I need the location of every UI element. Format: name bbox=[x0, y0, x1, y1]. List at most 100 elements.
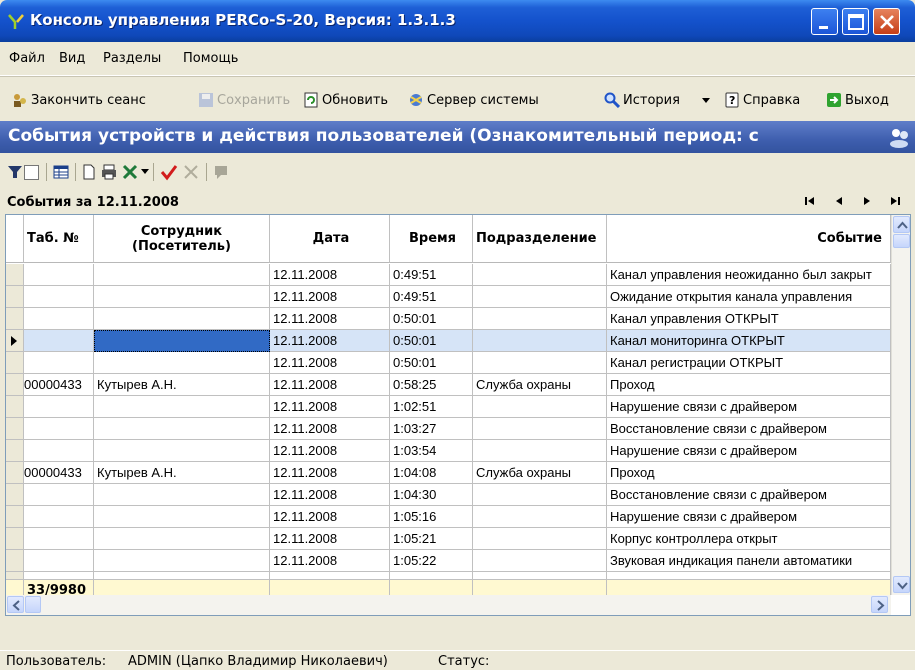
horizontal-scroll-thumb[interactable] bbox=[25, 596, 41, 613]
cell-department[interactable]: Служба охраны bbox=[473, 374, 607, 396]
menu-view[interactable]: Вид bbox=[59, 51, 85, 66]
menu-help[interactable]: Помощь bbox=[183, 51, 238, 66]
cell-time[interactable]: 1:02:51 bbox=[390, 396, 473, 418]
cell-tab-number[interactable]: 00000433 bbox=[24, 374, 94, 396]
scroll-left-button[interactable] bbox=[7, 596, 24, 613]
row-indicator[interactable] bbox=[6, 550, 24, 572]
cell-date[interactable]: 12.11.2008 bbox=[270, 462, 390, 484]
server-button[interactable]: Сервер системы bbox=[408, 90, 598, 110]
cell-date[interactable]: 12.11.2008 bbox=[270, 352, 390, 374]
cell-time[interactable]: 1:03:27 bbox=[390, 418, 473, 440]
events-grid[interactable]: Таб. № Сотрудник (Посетитель) Дата Время… bbox=[5, 214, 911, 616]
new-document-icon[interactable] bbox=[80, 163, 98, 181]
checkmark-icon[interactable] bbox=[160, 163, 178, 181]
cell-employee[interactable] bbox=[94, 528, 270, 550]
cell-tab-number[interactable] bbox=[24, 418, 94, 440]
cell-employee[interactable]: Кутырев А.Н. bbox=[94, 374, 270, 396]
cell-date[interactable]: 12.11.2008 bbox=[270, 484, 390, 506]
cell-department[interactable] bbox=[473, 550, 607, 572]
cell-employee[interactable] bbox=[94, 506, 270, 528]
column-header-department[interactable]: Подразделение bbox=[473, 215, 607, 263]
table-row[interactable]: 12.11.2008 1:05:21 Корпус контроллера откр… bbox=[6, 528, 891, 550]
cell-time[interactable]: 0:49:51 bbox=[390, 264, 473, 286]
row-indicator[interactable] bbox=[6, 528, 24, 550]
column-header-time[interactable]: Время bbox=[390, 215, 473, 263]
menu-file[interactable]: Файл bbox=[9, 51, 45, 66]
cell-department[interactable] bbox=[473, 264, 607, 286]
end-session-button[interactable]: Закончить сеанс bbox=[12, 90, 146, 110]
cell-tab-number[interactable] bbox=[24, 440, 94, 462]
cell-tab-number[interactable] bbox=[24, 330, 94, 352]
cell-date[interactable]: 12.11.2008 bbox=[270, 440, 390, 462]
cell-tab-number[interactable] bbox=[24, 264, 94, 286]
menu-sections[interactable]: Разделы bbox=[103, 51, 161, 66]
print-icon[interactable] bbox=[100, 163, 118, 181]
cell-date[interactable]: 12.11.2008 bbox=[270, 374, 390, 396]
cell-event[interactable]: Нарушение связи с драйвером bbox=[607, 440, 891, 462]
vertical-scrollbar[interactable] bbox=[891, 215, 910, 595]
cell-department[interactable] bbox=[473, 484, 607, 506]
row-indicator[interactable] bbox=[6, 418, 24, 440]
cell-department[interactable] bbox=[473, 528, 607, 550]
cell-employee[interactable] bbox=[94, 396, 270, 418]
filter-checkbox[interactable] bbox=[24, 165, 39, 180]
cell-tab-number[interactable]: 00000433 bbox=[24, 462, 94, 484]
first-record-icon[interactable] bbox=[803, 195, 817, 207]
help-button[interactable]: ? Справка bbox=[724, 90, 800, 110]
cell-time[interactable]: 0:50:01 bbox=[390, 352, 473, 374]
cell-event[interactable]: Восстановление связи с драйвером bbox=[607, 418, 891, 440]
history-dropdown-arrow[interactable] bbox=[701, 90, 711, 110]
excel-export-icon[interactable] bbox=[121, 163, 139, 181]
cell-employee[interactable]: Кутырев А.Н. bbox=[94, 462, 270, 484]
table-row[interactable]: 12.11.2008 1:04:30 Восстановление связи с … bbox=[6, 484, 891, 506]
cell-department[interactable]: Служба охраны bbox=[473, 462, 607, 484]
row-indicator[interactable] bbox=[6, 308, 24, 330]
horizontal-scrollbar[interactable] bbox=[6, 595, 891, 615]
table-row[interactable]: 12.11.2008 0:49:51 Ожидание открытия канал… bbox=[6, 286, 891, 308]
history-button[interactable]: История bbox=[604, 90, 680, 110]
cell-time[interactable]: 1:03:54 bbox=[390, 440, 473, 462]
prev-record-icon[interactable] bbox=[832, 195, 846, 207]
column-header-event[interactable]: Событие bbox=[607, 215, 891, 263]
cell-tab-number[interactable] bbox=[24, 352, 94, 374]
cell-tab-number[interactable] bbox=[24, 550, 94, 572]
cell-date[interactable]: 12.11.2008 bbox=[270, 264, 390, 286]
cell-employee[interactable] bbox=[94, 308, 270, 330]
cell-employee[interactable] bbox=[94, 286, 270, 308]
table-view-icon[interactable] bbox=[52, 163, 70, 181]
cell-department[interactable] bbox=[473, 418, 607, 440]
table-row[interactable]: 12.11.2008 0:50:01 Канал регистрации ОТКРЫ… bbox=[6, 352, 891, 374]
cell-event[interactable]: Канал управления ОТКРЫТ bbox=[607, 308, 891, 330]
scroll-up-button[interactable] bbox=[893, 216, 910, 233]
cell-department[interactable] bbox=[473, 286, 607, 308]
cell-event[interactable]: Звуковая индикация панели автоматики bbox=[607, 550, 891, 572]
cell-employee[interactable] bbox=[94, 550, 270, 572]
row-indicator[interactable] bbox=[6, 462, 24, 484]
table-row[interactable]: 12.11.2008 1:05:16 Нарушение связи с драйв… bbox=[6, 506, 891, 528]
cell-event[interactable]: Нарушение связи с драйвером bbox=[607, 506, 891, 528]
row-indicator[interactable] bbox=[6, 506, 24, 528]
table-row[interactable]: 12.11.2008 1:03:54 Нарушение связи с драйв… bbox=[6, 440, 891, 462]
cell-time[interactable]: 1:05:16 bbox=[390, 506, 473, 528]
scroll-right-button[interactable] bbox=[871, 596, 888, 613]
row-indicator[interactable] bbox=[6, 396, 24, 418]
cell-date[interactable]: 12.11.2008 bbox=[270, 396, 390, 418]
cell-tab-number[interactable] bbox=[24, 396, 94, 418]
table-row[interactable]: 12.11.2008 1:05:22 Звуковая индикация пане… bbox=[6, 550, 891, 572]
row-indicator[interactable] bbox=[6, 264, 24, 286]
cell-date[interactable]: 12.11.2008 bbox=[270, 506, 390, 528]
dropdown-arrow-icon[interactable] bbox=[141, 169, 149, 175]
row-indicator[interactable] bbox=[6, 484, 24, 506]
cell-event[interactable]: Ожидание открытия канала управления bbox=[607, 286, 891, 308]
cell-department[interactable] bbox=[473, 440, 607, 462]
cell-time[interactable]: 0:50:01 bbox=[390, 308, 473, 330]
cell-tab-number[interactable] bbox=[24, 484, 94, 506]
cell-date[interactable]: 12.11.2008 bbox=[270, 286, 390, 308]
cell-department[interactable] bbox=[473, 396, 607, 418]
maximize-button[interactable] bbox=[842, 8, 869, 35]
cell-date[interactable]: 12.11.2008 bbox=[270, 330, 390, 352]
cell-employee[interactable] bbox=[94, 352, 270, 374]
cancel-x-icon[interactable] bbox=[182, 163, 200, 181]
cell-time[interactable]: 1:04:30 bbox=[390, 484, 473, 506]
cell-event[interactable]: Нарушение связи с драйвером bbox=[607, 396, 891, 418]
